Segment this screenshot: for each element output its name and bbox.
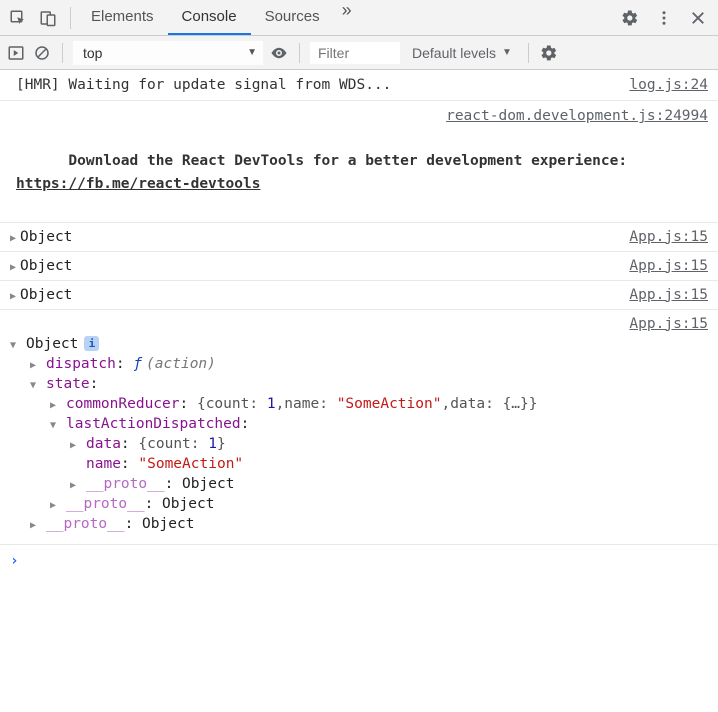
close-icon[interactable] (688, 8, 708, 28)
console-settings-gear-icon[interactable] (539, 43, 559, 63)
source-link[interactable]: App.js:15 (629, 316, 708, 332)
expand-arrow-icon[interactable] (50, 396, 66, 412)
tree-prop-data[interactable]: data: {count: 1} (10, 434, 708, 454)
expand-arrow-icon[interactable] (50, 496, 66, 512)
log-row-object-expanded: App.js:15 Object i dispatch: ƒ (action) … (0, 310, 718, 545)
object-label: Object (20, 258, 72, 274)
log-row-object[interactable]: Object App.js:15 (0, 252, 718, 281)
tree-prop-proto[interactable]: __proto__: Object (10, 514, 708, 534)
tree-prop-name: name: "SomeAction" (10, 454, 708, 474)
expand-arrow-icon[interactable] (10, 287, 20, 303)
log-message: Download the React DevTools for a better… (16, 128, 708, 218)
log-row-object[interactable]: Object App.js:15 (0, 223, 718, 252)
tree-prop-commonreducer[interactable]: commonReducer: {count: 1, name: "SomeAct… (10, 394, 708, 414)
log-levels-selector[interactable]: Default levels ▼ (406, 45, 518, 61)
kebab-menu-icon[interactable] (654, 8, 674, 28)
source-link[interactable]: log.js:24 (629, 74, 708, 96)
console-prompt[interactable]: › (0, 545, 718, 577)
more-tabs-icon[interactable]: » (334, 0, 358, 35)
tree-prop-state[interactable]: state: (10, 374, 708, 394)
object-label: Object (20, 229, 72, 245)
tree-prop-proto[interactable]: __proto__: Object (10, 494, 708, 514)
log-row-hmr: [HMR] Waiting for update signal from WDS… (0, 70, 718, 101)
inspect-element-icon[interactable] (8, 8, 28, 28)
collapse-arrow-icon[interactable] (30, 376, 46, 392)
tree-prop-proto[interactable]: __proto__: Object (10, 474, 708, 494)
expand-arrow-icon[interactable] (70, 476, 86, 492)
expand-arrow-icon[interactable] (30, 356, 46, 372)
levels-label: Default levels (412, 45, 496, 61)
source-link[interactable]: App.js:15 (629, 229, 708, 245)
tree-root[interactable]: Object i (10, 334, 708, 354)
device-toggle-icon[interactable] (38, 8, 58, 28)
source-link[interactable]: react-dom.development.js:24994 (446, 108, 708, 124)
log-row-object[interactable]: Object App.js:15 (0, 281, 718, 310)
collapse-arrow-icon[interactable] (50, 416, 66, 432)
expand-arrow-icon[interactable] (10, 258, 20, 274)
object-label: Object (26, 336, 78, 352)
filter-input[interactable] (310, 42, 400, 64)
tab-sources[interactable]: Sources (251, 0, 334, 35)
object-label: Object (20, 287, 72, 303)
chevron-down-icon: ▼ (247, 47, 257, 58)
live-expression-icon[interactable] (269, 43, 289, 63)
context-label: top (83, 45, 102, 61)
collapse-arrow-icon[interactable] (10, 336, 26, 352)
expand-arrow-icon[interactable] (10, 229, 20, 245)
chevron-down-icon: ▼ (502, 47, 512, 58)
toggle-sidebar-icon[interactable] (6, 43, 26, 63)
context-selector[interactable]: top ▼ (73, 41, 263, 65)
tab-elements[interactable]: Elements (77, 0, 168, 35)
prompt-chevron-icon: › (10, 553, 19, 569)
info-badge-icon[interactable]: i (84, 336, 99, 351)
react-devtools-link[interactable]: https://fb.me/react-devtools (16, 176, 260, 192)
expand-arrow-icon[interactable] (30, 516, 46, 532)
settings-gear-icon[interactable] (620, 8, 640, 28)
tree-prop-dispatch[interactable]: dispatch: ƒ (action) (10, 354, 708, 374)
tree-prop-lastaction[interactable]: lastActionDispatched: (10, 414, 708, 434)
expand-arrow-icon[interactable] (70, 436, 86, 452)
tab-console[interactable]: Console (168, 0, 251, 35)
log-message: [HMR] Waiting for update signal from WDS… (16, 74, 617, 96)
clear-console-icon[interactable] (32, 43, 52, 63)
source-link[interactable]: App.js:15 (629, 258, 708, 274)
source-link[interactable]: App.js:15 (629, 287, 708, 303)
log-row-react-devtools: react-dom.development.js:24994 Download … (0, 101, 718, 222)
